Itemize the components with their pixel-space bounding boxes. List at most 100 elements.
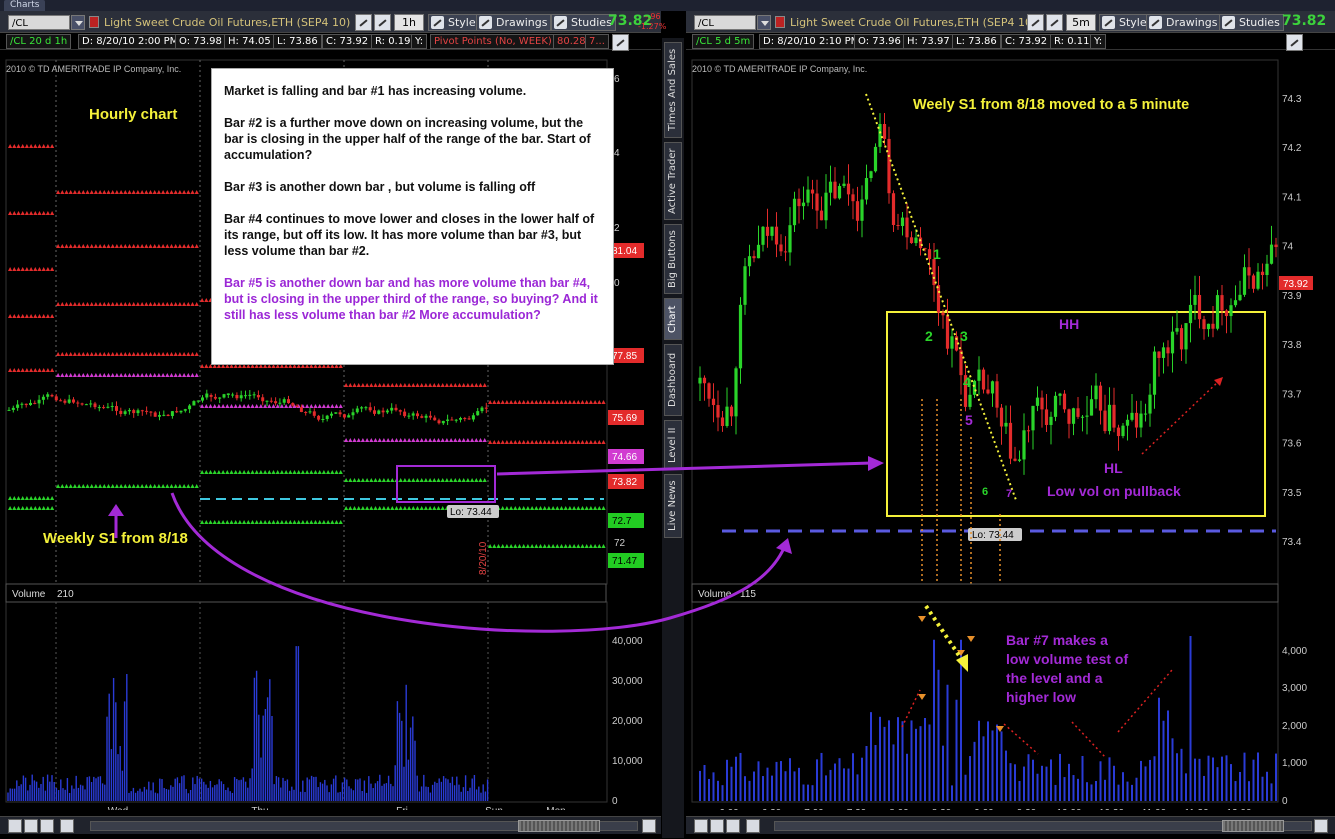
right-crosshair-icon[interactable] bbox=[1046, 14, 1063, 31]
right-scroll-right-icon[interactable] bbox=[1314, 819, 1328, 833]
right-aggregation[interactable]: /CL 5 d 5m bbox=[692, 34, 755, 49]
left-candle bbox=[97, 407, 101, 409]
left-y: Y: bbox=[411, 34, 428, 49]
left-axis-tick: 72 bbox=[614, 538, 626, 549]
left-candle bbox=[480, 407, 484, 412]
right-candle bbox=[896, 224, 900, 226]
left-candle bbox=[390, 407, 394, 411]
right-candle bbox=[788, 225, 792, 253]
right-chart-panel: /CL Light Sweet Crude Oil Futures,ETH (S… bbox=[686, 11, 1335, 839]
left-candle bbox=[93, 403, 97, 408]
left-pivot-tag-text: 77.85 bbox=[612, 351, 637, 362]
right-settings-icon[interactable] bbox=[1286, 34, 1303, 51]
right-drawings-button[interactable]: Drawings bbox=[1146, 14, 1222, 31]
right-price-chart[interactable]: 2010 © TD AMERITRADE IP Company, Inc. We… bbox=[686, 50, 1335, 590]
left-toolbar: /CL Light Sweet Crude Oil Futures,ETH (S… bbox=[0, 11, 666, 33]
left-candle bbox=[385, 410, 389, 413]
right-candle bbox=[968, 394, 972, 407]
right-candle bbox=[1148, 394, 1152, 414]
left-zoom-icon[interactable] bbox=[24, 819, 38, 833]
tab-times-and-sales[interactable]: Times And Sales bbox=[664, 42, 682, 138]
right-candle bbox=[833, 181, 837, 199]
right-symbol-flag-icon[interactable] bbox=[775, 16, 785, 28]
left-time-label: Fri bbox=[396, 806, 408, 810]
left-candle bbox=[291, 403, 295, 406]
left-volume-chart[interactable]: Volume 210 40,000 30,000 20,000 10,000 0 Wed T… bbox=[0, 582, 661, 810]
right-candle bbox=[1157, 351, 1161, 358]
right-candle bbox=[941, 312, 945, 316]
right-candle bbox=[864, 178, 869, 200]
left-studies-button[interactable]: Studies bbox=[551, 14, 616, 31]
right-candle bbox=[1107, 404, 1112, 432]
left-symbol-flag-icon[interactable] bbox=[89, 16, 99, 28]
left-timeframe-button[interactable]: 1h bbox=[394, 14, 424, 31]
right-candle bbox=[752, 256, 756, 259]
left-aggregation[interactable]: /CL 20 d 1h bbox=[6, 34, 72, 49]
right-candle bbox=[761, 226, 765, 245]
left-zoom-out-icon[interactable] bbox=[40, 819, 54, 833]
right-symbol-input[interactable]: /CL bbox=[694, 15, 756, 30]
left-scroll-thumb[interactable] bbox=[518, 820, 600, 832]
left-pivot-study[interactable]: Pivot Points (No, WEEK) bbox=[430, 34, 556, 49]
left-candle bbox=[416, 413, 419, 417]
tab-big-buttons[interactable]: Big Buttons bbox=[664, 224, 682, 294]
right-candle bbox=[900, 217, 905, 226]
left-pivot-value-2: 7... bbox=[585, 34, 609, 49]
left-candle bbox=[403, 411, 407, 417]
right-zoom-out-icon[interactable] bbox=[726, 819, 740, 833]
right-candle bbox=[702, 377, 707, 384]
left-scroll-right-icon[interactable] bbox=[642, 819, 656, 833]
left-candle bbox=[261, 397, 265, 402]
left-drawings-button[interactable]: Drawings bbox=[476, 14, 552, 31]
right-price-tick: 73.9 bbox=[1282, 291, 1302, 302]
left-candle bbox=[437, 420, 441, 424]
left-symbol-dropdown-icon[interactable] bbox=[71, 15, 85, 30]
left-candle bbox=[106, 406, 110, 408]
left-candle bbox=[201, 397, 204, 401]
left-candle bbox=[226, 393, 230, 395]
right-expand-icon[interactable] bbox=[746, 819, 760, 833]
callout-p2: Bar #2 is a further move down on increas… bbox=[224, 116, 591, 162]
tab-chart[interactable]: Chart bbox=[664, 298, 682, 340]
left-expand-icon[interactable] bbox=[60, 819, 74, 833]
tab-active-trader[interactable]: Active Trader bbox=[664, 142, 682, 220]
left-candle bbox=[321, 419, 325, 421]
bar7-note-line4: higher low bbox=[1006, 689, 1076, 705]
right-candle bbox=[977, 369, 981, 381]
right-candle bbox=[1035, 397, 1040, 406]
right-candle bbox=[1247, 267, 1251, 276]
left-drawing-tool-icon[interactable] bbox=[355, 14, 372, 31]
right-candle bbox=[851, 194, 855, 202]
right-zoom-in-icon[interactable] bbox=[694, 819, 708, 833]
left-zoom-in-icon[interactable] bbox=[8, 819, 22, 833]
right-candle bbox=[1076, 408, 1080, 417]
bar7-note-line1: Bar #7 makes a bbox=[1006, 632, 1108, 648]
right-drawing-tool-icon[interactable] bbox=[1027, 14, 1044, 31]
right-candle bbox=[1053, 395, 1058, 417]
right-candle bbox=[972, 380, 977, 395]
left-candle bbox=[312, 411, 316, 416]
right-candle bbox=[738, 304, 743, 369]
right-studies-button[interactable]: Studies bbox=[1219, 14, 1284, 31]
left-candle bbox=[7, 409, 11, 411]
left-candle bbox=[252, 394, 256, 396]
right-volume-chart[interactable]: Volume 115 Bar #7 makes a low volume tes… bbox=[686, 582, 1335, 810]
right-style-button[interactable]: Style bbox=[1099, 14, 1151, 31]
left-style-button[interactable]: Style bbox=[428, 14, 480, 31]
tab-live-news[interactable]: Live News bbox=[664, 474, 682, 538]
tab-level-ii[interactable]: Level II bbox=[664, 420, 682, 470]
tab-dashboard[interactable]: Dashboard bbox=[664, 344, 682, 416]
left-symbol-input[interactable]: /CL bbox=[8, 15, 70, 30]
right-candle bbox=[1049, 416, 1053, 425]
right-volume-header bbox=[691, 583, 1279, 603]
right-zoom-icon[interactable] bbox=[710, 819, 724, 833]
right-candle bbox=[1193, 294, 1197, 305]
right-candle bbox=[1220, 295, 1224, 311]
right-candle bbox=[1004, 422, 1008, 427]
right-scroll-thumb[interactable] bbox=[1222, 820, 1284, 832]
left-crosshair-icon[interactable] bbox=[374, 14, 391, 31]
right-symbol-dropdown-icon[interactable] bbox=[757, 15, 771, 30]
charts-tab[interactable]: Charts bbox=[4, 0, 46, 11]
right-timeframe-button[interactable]: 5m bbox=[1066, 14, 1096, 31]
left-settings-icon[interactable] bbox=[612, 34, 629, 51]
